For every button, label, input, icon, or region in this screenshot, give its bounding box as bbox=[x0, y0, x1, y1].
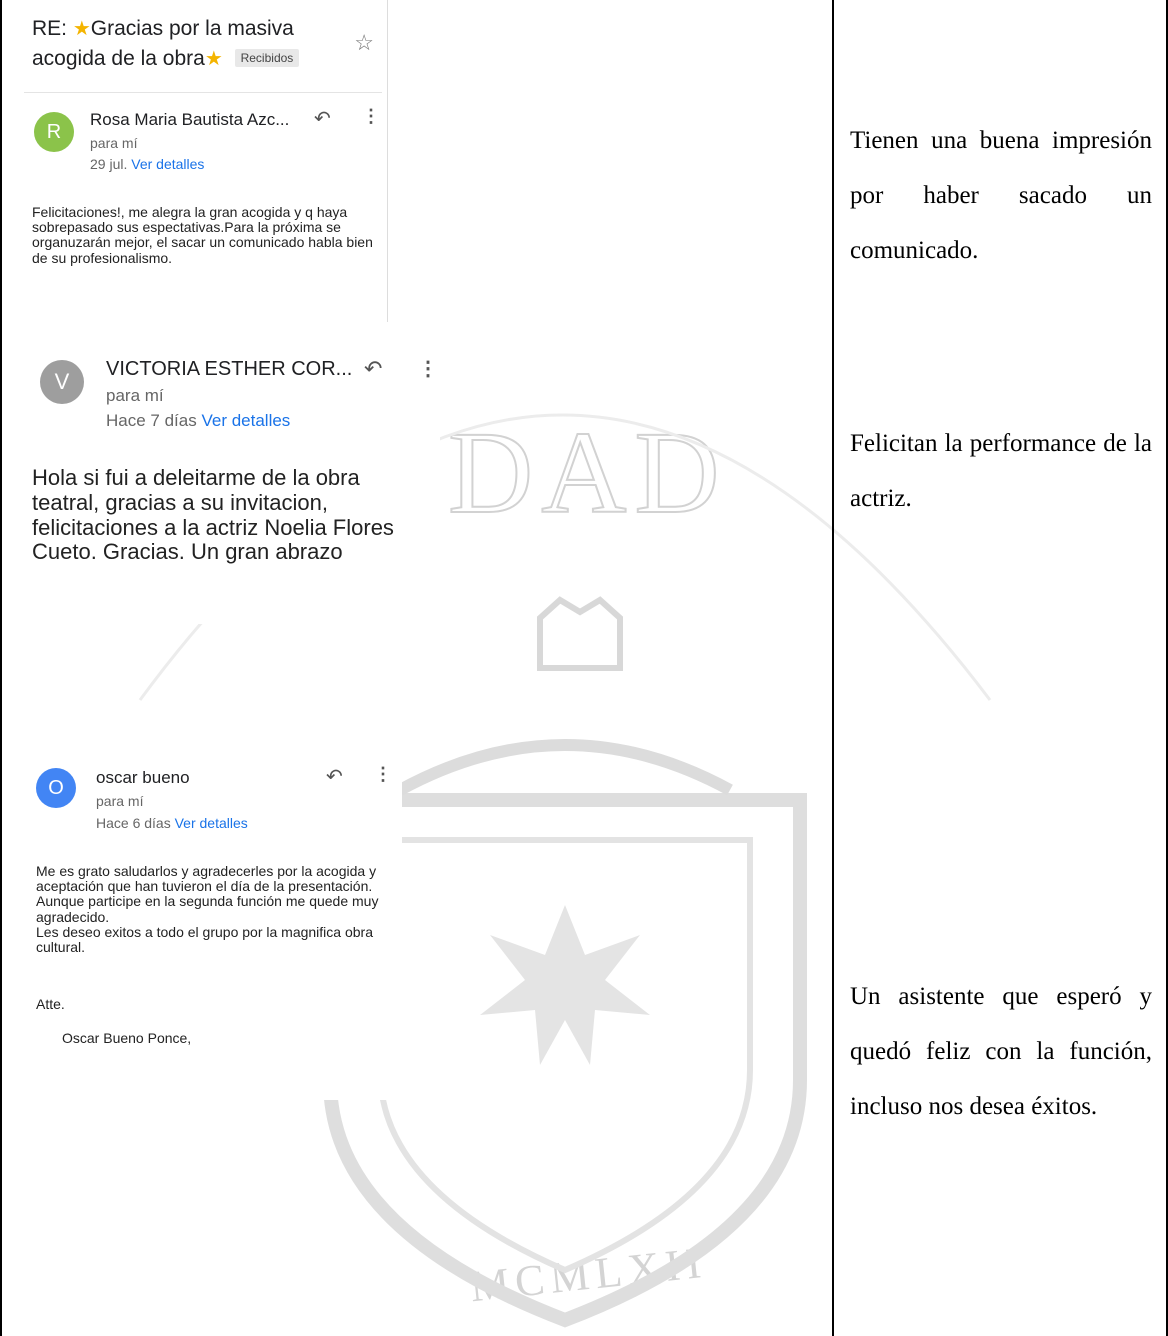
body-paragraph: Les deseo exitos a todo el grupo por la … bbox=[36, 923, 373, 956]
recipient-line: para mí bbox=[106, 386, 164, 405]
avatar: O bbox=[36, 768, 76, 808]
email-date-line: Hace 6 días Ver detalles bbox=[96, 815, 248, 831]
sender-name: oscar bueno bbox=[96, 768, 190, 787]
body-paragraph: Aunque participe en la segunda función m… bbox=[36, 893, 379, 925]
email-card-victoria: V VICTORIA ESTHER COR... para mí Hace 7 … bbox=[20, 342, 440, 624]
card-edge bbox=[387, 0, 388, 322]
sender-name: VICTORIA ESTHER COR... bbox=[106, 358, 353, 380]
body-paragraph: Me es grato saludarlos y agradecerles po… bbox=[36, 863, 377, 895]
comment-victoria: Felicitan la performance de la actriz. bbox=[850, 430, 1152, 512]
more-vert-icon[interactable]: ⋮ bbox=[374, 764, 392, 785]
watermark-top-text: DAD bbox=[448, 407, 728, 538]
email-body: Me es grato saludarlos y agradecerles po… bbox=[36, 863, 396, 956]
inbox-label-chip[interactable]: Recibidos bbox=[234, 49, 300, 67]
email-body: Felicitaciones!, me alegra la gran acogi… bbox=[32, 204, 373, 266]
star-outline-icon[interactable]: ☆ bbox=[354, 30, 374, 56]
email-date: Hace 6 días bbox=[96, 815, 171, 831]
email-card-rosa: RE: ★Gracias por la masiva acogida de la… bbox=[20, 0, 388, 322]
watermark-year: MCMLXII bbox=[468, 1238, 709, 1312]
email-closing: Atte. bbox=[36, 996, 65, 1012]
watermark-flower-icon bbox=[480, 905, 650, 1065]
avatar: V bbox=[40, 360, 84, 404]
reply-icon[interactable]: ↶ bbox=[314, 106, 331, 131]
recipient-line: para mí bbox=[96, 793, 144, 809]
email-date: Hace 7 días bbox=[106, 411, 197, 430]
details-link[interactable]: Ver detalles bbox=[175, 815, 248, 831]
comment-rosa: Tienen una buena impresión por haber sac… bbox=[850, 127, 1152, 264]
reply-icon[interactable]: ↶ bbox=[364, 356, 382, 382]
star-emoji-icon: ★ bbox=[72, 18, 91, 40]
more-vert-icon[interactable]: ⋮ bbox=[362, 106, 380, 127]
reply-icon[interactable]: ↶ bbox=[326, 764, 343, 789]
sender-name: Rosa Maria Bautista Azc... bbox=[90, 110, 290, 129]
subject-prefix: RE: bbox=[32, 17, 73, 40]
divider bbox=[24, 92, 382, 93]
watermark-shield-inner bbox=[377, 837, 753, 1274]
email-date-line: Hace 7 días Ver detalles bbox=[106, 411, 290, 431]
details-link[interactable]: Ver detalles bbox=[131, 156, 204, 172]
star-emoji-icon: ★ bbox=[204, 48, 223, 70]
email-card-oscar: O oscar bueno para mí Hace 6 días Ver de… bbox=[20, 752, 402, 1100]
email-subject: RE: ★Gracias por la masiva acogida de la… bbox=[32, 14, 352, 74]
avatar: R bbox=[34, 112, 74, 152]
details-link[interactable]: Ver detalles bbox=[201, 411, 290, 430]
more-vert-icon[interactable]: ⋮ bbox=[418, 356, 438, 381]
recipient-line: para mí bbox=[90, 135, 138, 151]
table-border-left bbox=[0, 0, 2, 1336]
comment-oscar: Un asistente que esperó y quedó feliz co… bbox=[850, 983, 1152, 1120]
watermark-crown-icon bbox=[537, 596, 623, 671]
email-signature: Oscar Bueno Ponce, bbox=[62, 1030, 192, 1046]
email-body: Hola si fui a deleitarme de la obra teat… bbox=[32, 465, 394, 565]
watermark-arch bbox=[397, 739, 733, 796]
email-date: 29 jul. bbox=[90, 156, 128, 172]
email-date-line: 29 jul. Ver detalles bbox=[90, 156, 204, 172]
table-border-middle bbox=[832, 0, 834, 1336]
